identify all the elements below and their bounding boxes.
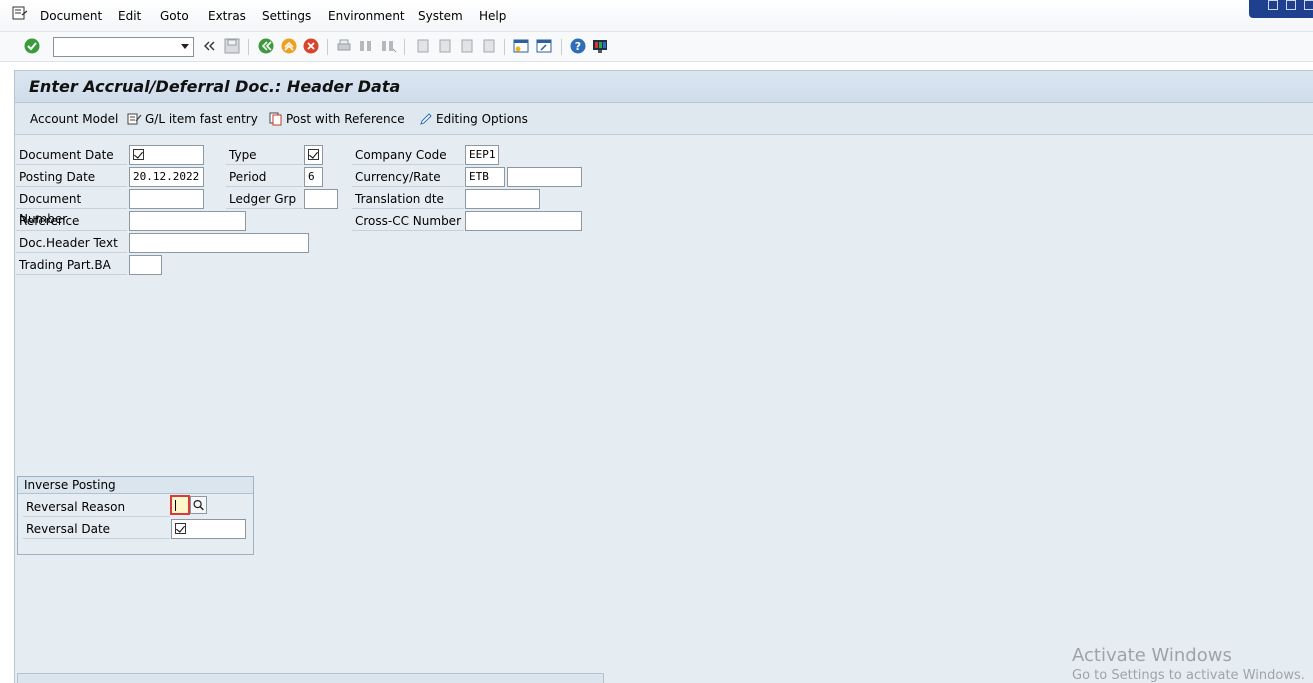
bottom-panel-edge xyxy=(17,673,604,683)
shortcut-icon[interactable] xyxy=(535,37,553,55)
posting-date-label: Posting Date xyxy=(16,167,127,187)
window-controls xyxy=(1249,0,1313,18)
translation-dte-label: Translation dte xyxy=(352,189,464,209)
standard-toolbar: ? xyxy=(0,32,1313,62)
inverse-posting-title: Inverse Posting xyxy=(18,477,253,494)
account-model-label: Account Model xyxy=(30,112,119,126)
find-next-icon[interactable] xyxy=(379,37,397,55)
toolbar-separator xyxy=(327,39,328,55)
menu-edit[interactable]: Edit xyxy=(118,9,141,23)
document-date-label: Document Date xyxy=(16,145,127,165)
close-window-icon[interactable] xyxy=(1304,0,1313,10)
find-icon[interactable] xyxy=(357,37,375,55)
document-number-field[interactable] xyxy=(129,189,204,209)
required-check-icon xyxy=(308,149,319,160)
collapse-arrows-icon[interactable] xyxy=(201,37,219,55)
toolbar-separator xyxy=(248,39,249,55)
minimize-icon[interactable] xyxy=(1268,0,1278,10)
reversal-date-field[interactable] xyxy=(171,519,246,539)
toolbar-separator xyxy=(561,39,562,55)
trading-part-ba-label: Trading Part.BA xyxy=(16,255,127,275)
posting-date-field[interactable]: 20.12.2022 xyxy=(129,167,204,187)
create-session-icon[interactable] xyxy=(512,37,530,55)
menu-extras[interactable]: Extras xyxy=(208,9,246,23)
menu-help[interactable]: Help xyxy=(479,9,506,23)
company-code-field[interactable]: EEP1 xyxy=(465,145,499,165)
save-icon[interactable] xyxy=(223,37,241,55)
menu-bar: Document Edit Goto Extras Settings Envir… xyxy=(0,0,1313,32)
last-page-icon[interactable] xyxy=(479,37,497,55)
menu-system[interactable]: System xyxy=(418,9,463,23)
watermark-subtitle: Go to Settings to activate Windows. xyxy=(1072,668,1305,683)
restore-icon[interactable] xyxy=(1286,0,1296,10)
reversal-reason-label: Reversal Reason xyxy=(23,497,170,517)
command-field[interactable] xyxy=(53,37,194,57)
gl-fast-entry-label: G/L item fast entry xyxy=(145,112,258,126)
document-number-label: Document Number xyxy=(16,189,127,226)
account-model-button[interactable]: Account Model xyxy=(30,112,118,126)
period-label: Period xyxy=(226,167,303,187)
editing-options-button[interactable]: Editing Options xyxy=(419,112,528,126)
application-toolbar: Account Model G/L item fast entry Post w… xyxy=(15,103,1313,135)
ledger-grp-field[interactable] xyxy=(304,189,338,209)
first-page-icon[interactable] xyxy=(413,37,431,55)
cancel-icon[interactable] xyxy=(302,37,320,55)
next-page-icon[interactable] xyxy=(457,37,475,55)
search-help-icon[interactable] xyxy=(190,496,207,514)
document-date-field[interactable] xyxy=(129,145,204,165)
document-menu-icon[interactable] xyxy=(12,6,28,20)
ledger-grp-label: Ledger Grp xyxy=(226,189,303,209)
period-field[interactable]: 6 xyxy=(304,167,323,187)
pencil-icon xyxy=(420,113,432,125)
reversal-date-label: Reversal Date xyxy=(23,519,170,539)
menu-environment[interactable]: Environment xyxy=(328,9,405,23)
reversal-reason-field[interactable] xyxy=(170,495,190,515)
reference-label: Reference xyxy=(16,211,127,231)
trading-part-ba-field[interactable] xyxy=(129,255,162,275)
customize-layout-icon[interactable] xyxy=(591,37,609,55)
exit-icon[interactable] xyxy=(280,37,298,55)
title-bar: Enter Accrual/Deferral Doc.: Header Data xyxy=(15,71,1313,103)
help-icon[interactable]: ? xyxy=(569,37,587,55)
post-with-reference-label: Post with Reference xyxy=(286,112,405,126)
previous-page-icon[interactable] xyxy=(435,37,453,55)
company-code-label: Company Code xyxy=(352,145,464,165)
currency-rate-label: Currency/Rate xyxy=(352,167,464,187)
enter-check-icon[interactable] xyxy=(23,37,41,55)
type-label: Type xyxy=(226,145,303,165)
toolbar-separator xyxy=(404,39,405,55)
menu-document[interactable]: Document xyxy=(40,9,102,23)
translation-dte-field[interactable] xyxy=(465,189,540,209)
currency-field[interactable]: ETB xyxy=(465,167,505,187)
back-icon[interactable] xyxy=(257,37,275,55)
cross-cc-number-field[interactable] xyxy=(465,211,582,231)
menu-settings[interactable]: Settings xyxy=(262,9,311,23)
required-check-icon xyxy=(133,149,144,160)
copy-document-icon xyxy=(269,112,282,126)
menu-goto[interactable]: Goto xyxy=(160,9,189,23)
post-with-reference-button[interactable]: Post with Reference xyxy=(269,112,405,126)
toolbar-separator xyxy=(504,39,505,55)
svg-text:?: ? xyxy=(575,40,581,53)
type-field[interactable] xyxy=(304,145,323,165)
page-title: Enter Accrual/Deferral Doc.: Header Data xyxy=(29,77,401,96)
required-check-icon xyxy=(175,523,186,534)
cross-cc-number-label: Cross-CC Number xyxy=(352,211,464,231)
activate-windows-watermark: Activate Windows Go to Settings to activ… xyxy=(1072,645,1305,683)
reference-field[interactable] xyxy=(129,211,246,231)
fast-entry-icon xyxy=(127,113,142,125)
editing-options-label: Editing Options xyxy=(436,112,528,126)
watermark-title: Activate Windows xyxy=(1072,645,1232,666)
gl-fast-entry-button[interactable]: G/L item fast entry xyxy=(127,112,258,126)
print-icon[interactable] xyxy=(335,37,353,55)
doc-header-text-label: Doc.Header Text xyxy=(16,233,127,253)
exchange-rate-field[interactable] xyxy=(507,167,582,187)
chevron-down-icon[interactable] xyxy=(181,44,189,49)
main-area: Enter Accrual/Deferral Doc.: Header Data… xyxy=(14,70,1313,683)
doc-header-text-field[interactable] xyxy=(129,233,309,253)
